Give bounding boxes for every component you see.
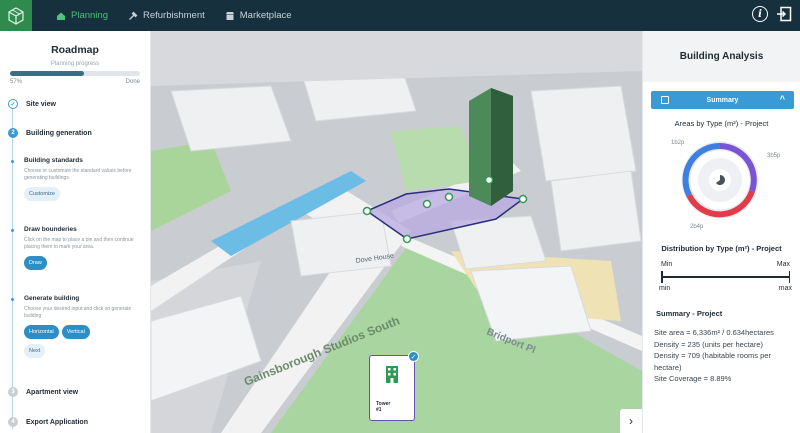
substep-dot <box>11 298 14 301</box>
step-number: 3 <box>8 387 18 397</box>
stat-density-units: Density = 235 (units per hectare) <box>654 339 764 349</box>
donut-label-3b5p: 3b5p <box>767 153 781 159</box>
substep-title: Draw bounderies <box>24 226 77 233</box>
step-site-view[interactable]: ✓ Site view <box>8 99 56 109</box>
top-right-actions: i <box>752 6 792 22</box>
dist-min-label: Min <box>661 261 673 268</box>
step-label: Building generation <box>26 129 92 137</box>
next-button[interactable]: Next <box>24 344 46 358</box>
draw-button[interactable]: Draw <box>24 256 47 270</box>
tab-marketplace[interactable]: Marketplace <box>215 0 302 31</box>
step-apartment-view[interactable]: 3 Apartment view <box>8 387 78 397</box>
building-icon <box>386 366 398 383</box>
dist-max-value: max <box>778 285 792 292</box>
store-icon <box>225 11 234 20</box>
stat-density-rooms: Density = 709 (habitable rooms per <box>654 351 771 360</box>
home-icon <box>57 12 65 20</box>
progress-percent: 57% <box>10 79 23 85</box>
range-tick-min <box>661 271 663 283</box>
tab-planning-label: Planning <box>71 10 108 21</box>
step-number: 2 <box>8 128 18 138</box>
donut-label-1b2p: 1b2p <box>671 140 685 146</box>
customize-button[interactable]: Customize <box>24 187 60 201</box>
chart-icon <box>661 96 669 104</box>
check-icon: ✓ <box>8 99 18 109</box>
tab-planning[interactable]: Planning <box>46 0 118 31</box>
progress-bar <box>10 71 140 76</box>
distribution-range <box>661 271 790 283</box>
stat-density-rooms-cont: hectare) <box>654 362 682 372</box>
park-area <box>391 126 481 191</box>
park-area <box>151 141 231 231</box>
step-label: Apartment view <box>26 388 79 396</box>
substep-dot <box>11 160 14 163</box>
range-tick-max <box>788 271 790 283</box>
areas-donut-chart: 1b2p 3b5p 2b4p <box>643 128 800 248</box>
chevron-up-icon: ^ <box>779 94 785 104</box>
summary-accordion-header[interactable]: Summary ^ <box>651 91 794 109</box>
tower-side <box>491 88 513 206</box>
range-line <box>661 276 790 278</box>
summary-project-heading: Summary - Project <box>656 309 723 318</box>
substep-description: Click on the map to place a pin and then… <box>24 237 134 250</box>
stat-site-area: Site area = 6,336m² / 0.634hectares <box>654 328 774 337</box>
chevron-right-icon[interactable]: › <box>620 409 642 433</box>
stat-site-coverage: Site Coverage = 8.89% <box>654 374 732 383</box>
top-navigation-bar: Planning Refurbishment Marketplace i <box>0 0 800 31</box>
step-connector-line <box>12 109 13 429</box>
progress-done-label: Done <box>125 79 140 85</box>
substep-generate-building: Generate building Choose your desired in… <box>11 295 144 358</box>
progress-labels: 57% Done <box>10 79 140 85</box>
roadmap-title: Roadmap <box>51 44 99 56</box>
donut-label-2b4p: 2b4p <box>690 224 704 230</box>
app-logo[interactable] <box>0 0 32 31</box>
vertical-button[interactable]: Vertical <box>61 325 90 339</box>
distribution-top-labels: Min Max <box>661 261 790 268</box>
substep-title: Building standards <box>24 157 83 164</box>
roadmap-sidebar: Roadmap Planning progress 57% Done ✓ Sit… <box>0 31 151 433</box>
map-view[interactable]: Bridport Pl Gainsborough Studios South D… <box>151 31 642 433</box>
tower-card[interactable]: Tower #1 ✓ <box>369 351 419 421</box>
building <box>290 210 392 277</box>
step-export-application[interactable]: 4 Export Application <box>8 417 88 427</box>
tower-card-line2: #1 <box>376 407 382 413</box>
building-analysis-panel: Building Analysis Summary ^ Areas by Typ… <box>642 31 800 433</box>
step-label: Site view <box>26 100 56 108</box>
substep-description: Choose or customize the standard values … <box>24 168 132 181</box>
horizontal-button[interactable]: Horizontal <box>24 325 59 339</box>
substep-title: Generate building <box>24 295 80 302</box>
tower-card-label: Tower #1 <box>376 401 390 413</box>
logout-icon[interactable] <box>776 6 792 22</box>
substep-dot <box>11 229 14 232</box>
summary-stats: Site area = 6,336m² / 0.634hectares Dens… <box>654 327 800 385</box>
substep-building-standards: Building standards Choose or customize t… <box>11 157 144 201</box>
donut-svg <box>681 141 759 219</box>
building <box>530 85 637 182</box>
building <box>550 170 642 252</box>
dist-min-value: min <box>659 285 671 292</box>
summary-label: Summary <box>706 96 739 104</box>
info-icon[interactable]: i <box>752 6 768 22</box>
tab-marketplace-label: Marketplace <box>239 10 292 21</box>
building <box>170 85 292 152</box>
logo-icon <box>8 6 24 25</box>
distant-blocks <box>151 31 642 86</box>
dist-max-label: Max <box>776 261 790 268</box>
step-number: 4 <box>8 417 18 427</box>
tab-refurbishment[interactable]: Refurbishment <box>118 0 215 31</box>
progress-caption: Planning progress <box>50 61 100 67</box>
areas-heading: Areas by Type (m²) - Project <box>674 119 769 128</box>
tools-icon <box>129 11 138 20</box>
check-icon: ✓ <box>408 351 419 362</box>
tab-refurbishment-label: Refurbishment <box>142 10 205 21</box>
distribution-bottom-labels: min max <box>659 285 792 292</box>
substep-draw-boundaries: Draw bounderies Click on the map to plac… <box>11 226 144 270</box>
step-label: Export Application <box>26 418 88 426</box>
substep-description: Choose your desired input and click on g… <box>24 306 132 319</box>
progress-fill <box>10 71 85 76</box>
analysis-title: Building Analysis <box>643 31 800 82</box>
step-building-generation[interactable]: 2 Building generation <box>8 128 92 138</box>
